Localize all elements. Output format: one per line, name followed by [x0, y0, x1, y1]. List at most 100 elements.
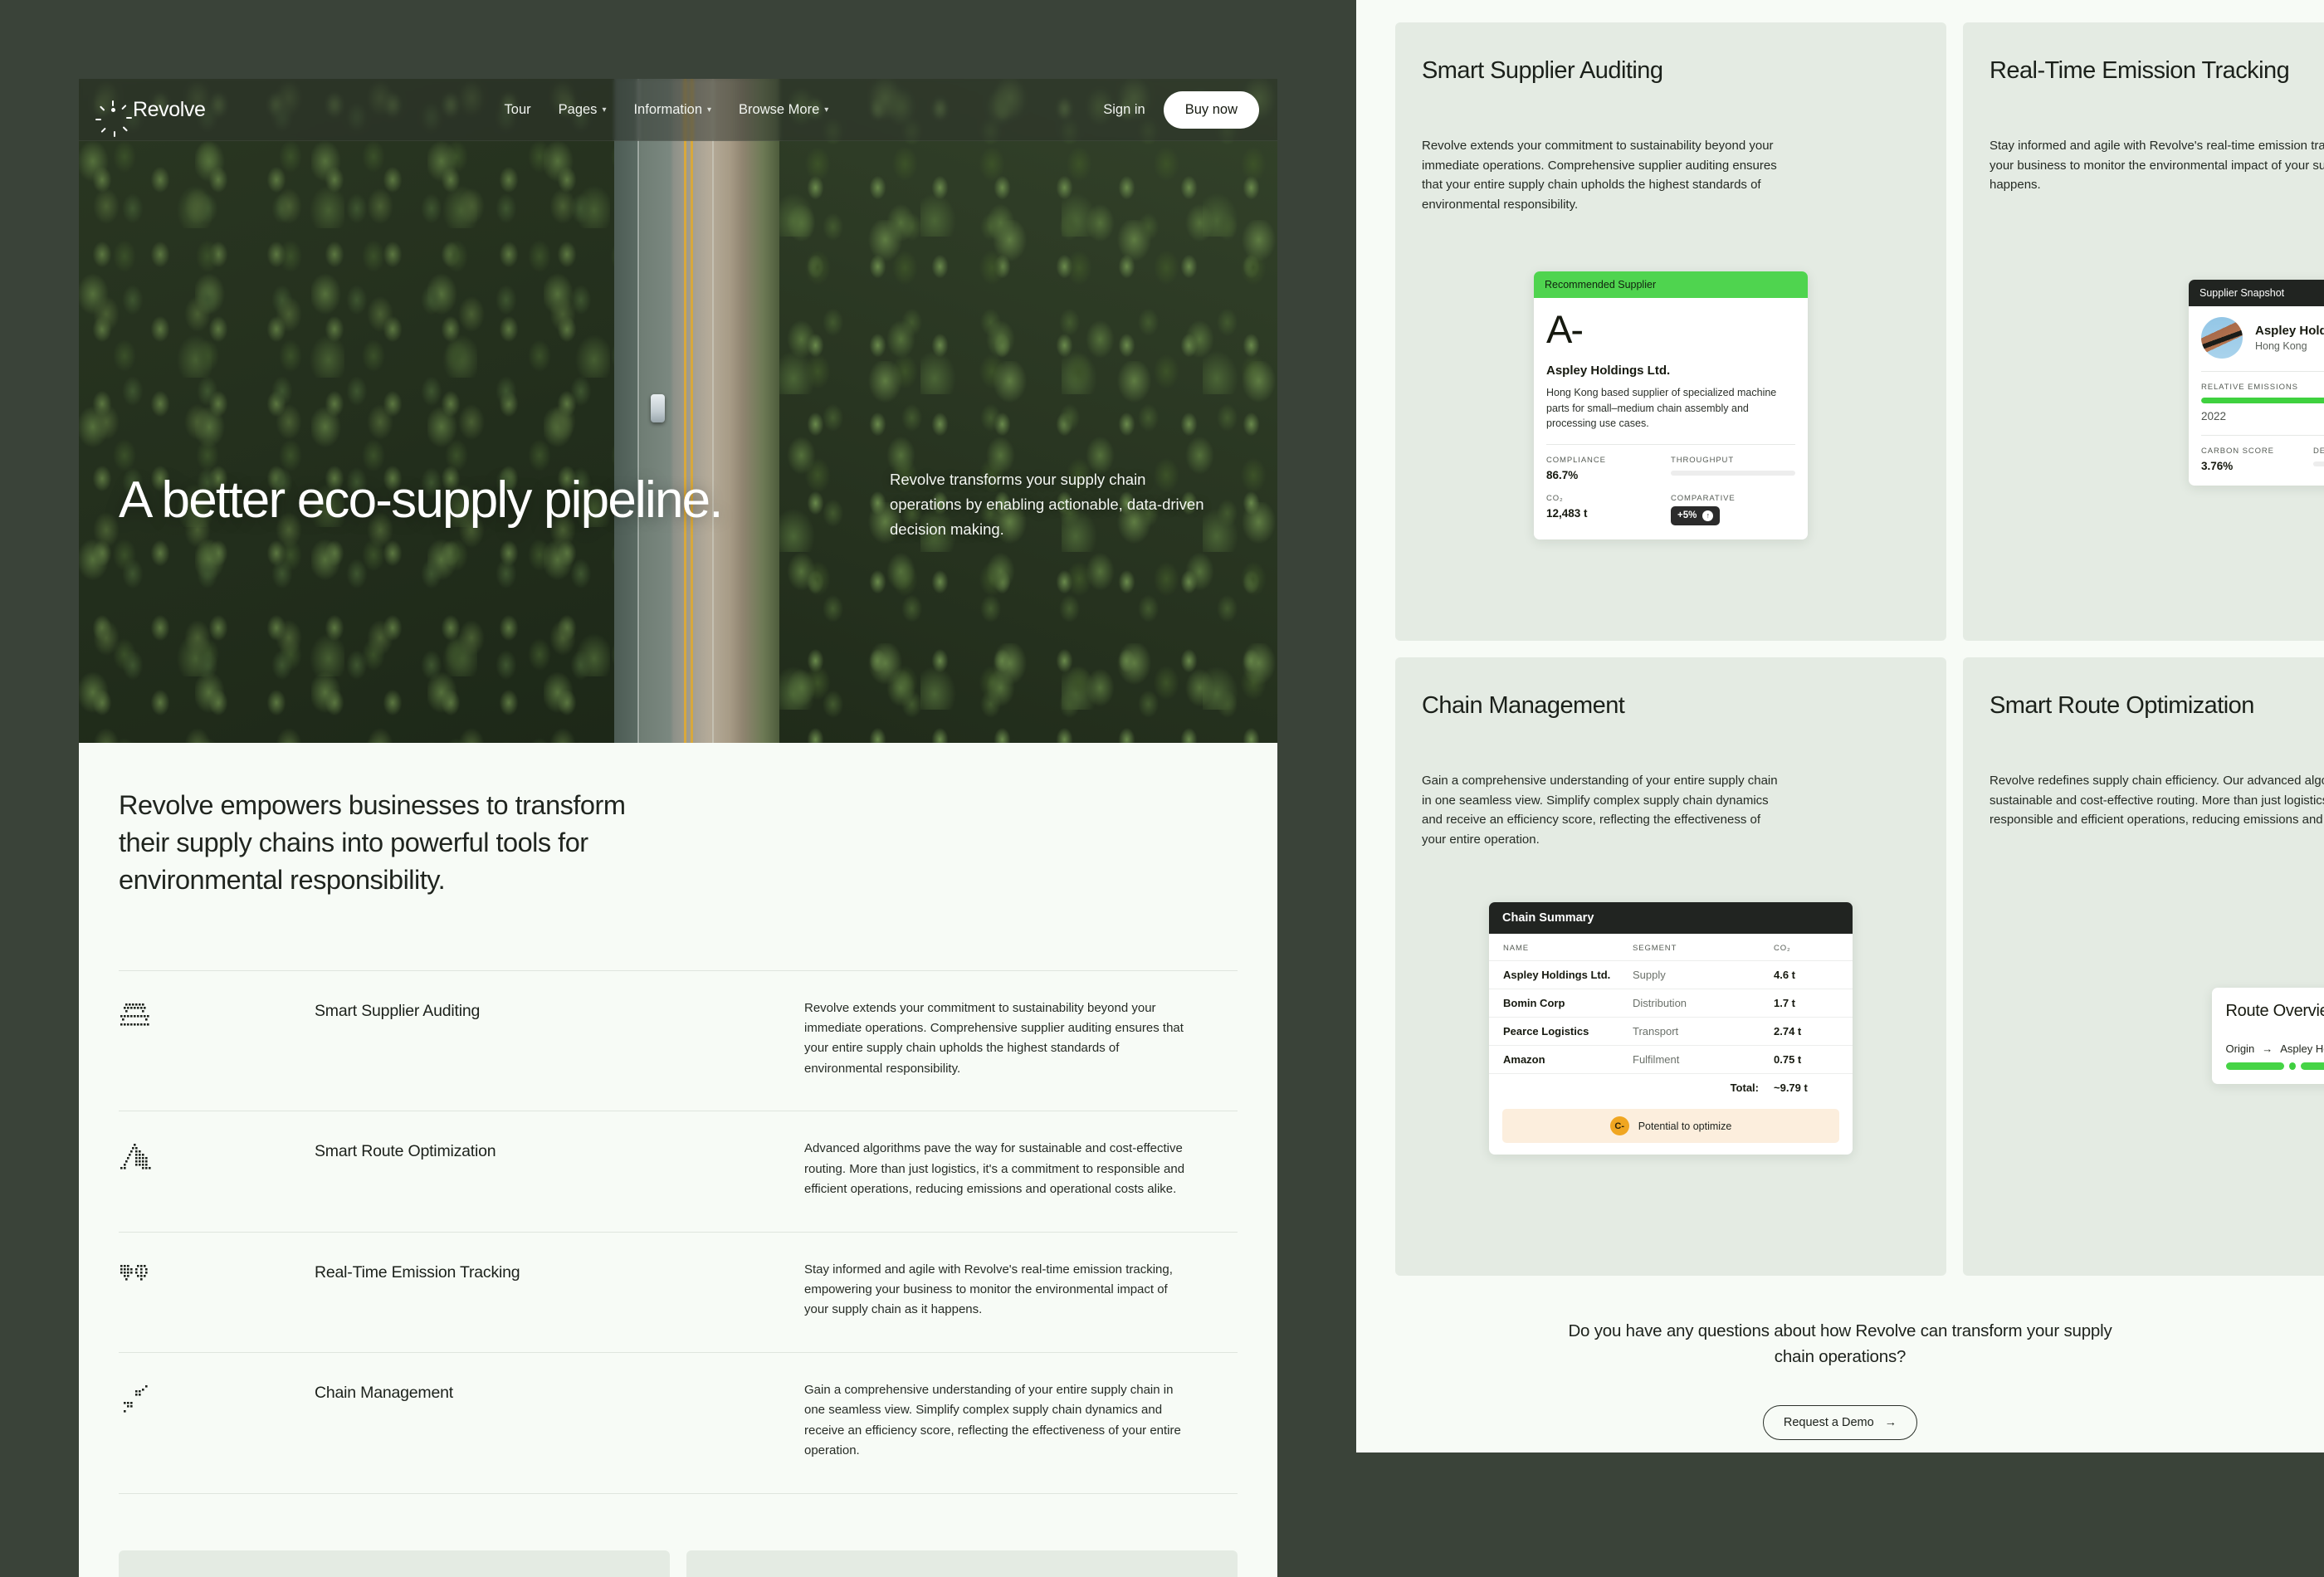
table-row[interactable]: Pearce Logistics Transport 2.74 t [1489, 1017, 1853, 1046]
route-origin-label: Origin [2225, 1042, 2255, 1055]
cell-segment: Fulfilment [1633, 1045, 1774, 1074]
nav-item-information-label: Information [633, 101, 703, 117]
arrow-right-icon: → [1884, 1415, 1897, 1429]
cell-segment: Supply [1633, 960, 1774, 989]
widget-wrap: Chain Summary NAME SEGMENT CO₂ Aspley Ho… [1395, 902, 1946, 1155]
dependencies-bar [2313, 461, 2324, 466]
feature-title: Real-Time Emission Tracking [315, 1262, 520, 1282]
stat-compliance: COMPLIANCE 86.7% [1546, 456, 1671, 481]
route-segment-bar [2225, 1062, 2285, 1070]
stat-carbon-score: CARBON SCORE 3.76% [2201, 447, 2313, 472]
forest-left [79, 79, 614, 743]
avatar [2201, 317, 2243, 359]
feature-title: Smart Supplier Auditing [315, 1001, 481, 1020]
table-row[interactable]: Amazon Fulfilment 0.75 t [1489, 1045, 1853, 1074]
car [651, 394, 665, 422]
hero-background-image [79, 79, 1277, 743]
nav-item-information[interactable]: Information ▾ [633, 102, 711, 118]
supplier-snapshot-widget: Supplier Snapshot Aspley Holdings Ltd. H… [2189, 280, 2324, 486]
relative-emissions-block: RELATIVE EMISSIONS 2022 [2201, 383, 2324, 422]
route-segment-bar [2301, 1062, 2324, 1070]
stat-label: COMPARATIVE [1671, 493, 1736, 503]
arrow-right-icon: → [2262, 1042, 2273, 1055]
card-real-time-emission-tracking[interactable]: Real-Time Emission Tracking Stay informe… [1963, 22, 2324, 641]
supplier-grade: A- [1546, 307, 1584, 351]
bottom-card-grid: Smart Supplier Auditing Revolve extends … [119, 1550, 1238, 1577]
feature-row[interactable]: Smart Supplier Auditing Revolve extends … [119, 969, 1238, 1111]
total-label: Total: [1633, 1073, 1774, 1101]
card-smart-supplier-auditing[interactable]: Smart Supplier Auditing Revolve extends … [1395, 22, 1946, 641]
cell-segment: Distribution [1633, 989, 1774, 1018]
optimize-banner[interactable]: C- Potential to optimize [1502, 1109, 1839, 1143]
column-header-co2: CO₂ [1774, 944, 1791, 953]
widget-body: A- Aspley Holdings Ltd. Hong Kong based … [1534, 298, 1808, 540]
table-row[interactable]: Aspley Holdings Ltd. Supply 4.6 t [1489, 960, 1853, 989]
sparkle-icon [95, 99, 132, 137]
cards-grid: Smart Supplier Auditing Revolve extends … [1356, 0, 2324, 1276]
divider [2201, 371, 2324, 372]
chevron-down-icon: ▾ [707, 105, 712, 115]
route-overview-widget: Route Overview Origin → Aspley Holdings … [2211, 988, 2324, 1084]
table-row[interactable]: Bomin Corp Distribution 1.7 t [1489, 989, 1853, 1018]
hero-section: Revolve Tour Pages ▾ Information ▾ Brows… [79, 79, 1277, 743]
supplier-name: Aspley Holdings Ltd. [2255, 324, 2324, 338]
feature-description: Revolve extends your commitment to susta… [804, 1000, 1184, 1076]
supplier-identity: Aspley Holdings Ltd. Hong Kong [2201, 317, 2324, 359]
bottom-card-emission-tracking[interactable]: Real-Time Emission Tracking Stay informe… [686, 1550, 1238, 1577]
feature-row[interactable]: Chain Management Gain a comprehensive un… [119, 1351, 1238, 1494]
card-smart-route-optimization[interactable]: Smart Route Optimization Revolve redefin… [1963, 657, 2324, 1276]
optimize-banner-text: Potential to optimize [1638, 1120, 1732, 1132]
feature-description: Stay informed and agile with Revolve's r… [804, 1262, 1173, 1317]
cards-detail-panel: Smart Supplier Auditing Revolve extends … [1356, 0, 2324, 1452]
sign-in-link[interactable]: Sign in [1103, 102, 1145, 118]
route-destination: Aspley Holdings Ltd. [2280, 1042, 2324, 1055]
cell-name: Pearce Logistics [1489, 1017, 1633, 1046]
feature-row[interactable]: Smart Route Optimization Advanced algori… [119, 1111, 1238, 1231]
nav-item-tour[interactable]: Tour [505, 102, 531, 118]
stat-value: 3.76% [2201, 460, 2234, 472]
hero-title: A better eco-supply pipeline. [119, 471, 724, 529]
divider [1546, 443, 1795, 445]
dot-matrix-route-icon [119, 1139, 157, 1175]
buy-now-button[interactable]: Buy now [1163, 90, 1259, 129]
navbar: Revolve Tour Pages ▾ Information ▾ Brows… [79, 79, 1277, 141]
column-header-name: NAME [1503, 944, 1530, 953]
feature-row[interactable]: Real-Time Emission Tracking Stay informe… [119, 1231, 1238, 1352]
stat-label: COMPLIANCE [1546, 455, 1606, 465]
card-description: Stay informed and agile with Revolve's r… [1990, 139, 2324, 193]
supplier-location: Hong Kong [2255, 340, 2307, 352]
cell-co2: 1.7 t [1774, 989, 1853, 1018]
cell-name: Aspley Holdings Ltd. [1489, 960, 1633, 989]
arrow-up-icon: ↑ [1702, 510, 1714, 521]
card-description: Revolve extends your commitment to susta… [1422, 139, 1777, 212]
throughput-bar [1671, 470, 1795, 476]
cta-section: Do you have any questions about how Revo… [1356, 1276, 2324, 1440]
widget-header: Chain Summary [1489, 902, 1853, 934]
comparative-pill: +5% ↑ [1671, 505, 1721, 525]
card-chain-management[interactable]: Chain Management Gain a comprehensive un… [1395, 657, 1946, 1276]
supplier-name: Aspley Holdings Ltd. [1546, 364, 1671, 378]
widget-body: Aspley Holdings Ltd. Hong Kong RELATIVE … [2189, 306, 2324, 486]
nav-item-browse-more[interactable]: Browse More ▾ [739, 102, 828, 118]
screenshot-root: Revolve Tour Pages ▾ Information ▾ Brows… [0, 0, 2324, 1577]
forest-right [779, 79, 1277, 743]
cell-segment: Transport [1633, 1017, 1774, 1046]
nav-item-pages-label: Pages [558, 101, 598, 117]
intro-paragraph: Revolve empowers businesses to transform… [119, 790, 626, 895]
bottom-card-supplier-auditing[interactable]: Smart Supplier Auditing Revolve extends … [119, 1550, 670, 1577]
feature-description: Gain a comprehensive understanding of yo… [804, 1382, 1181, 1458]
stat-label: THROUGHPUT [1671, 455, 1735, 465]
stat-throughput: THROUGHPUT [1671, 456, 1795, 481]
brand[interactable]: Revolve [95, 97, 206, 137]
supplier-blurb: Hong Kong based supplier of specialized … [1546, 387, 1777, 429]
stat-label: CO₂ [1546, 493, 1564, 503]
brand-name: Revolve [133, 97, 206, 121]
request-a-demo-button[interactable]: Request a Demo → [1762, 1404, 1918, 1440]
column-header-segment: SEGMENT [1633, 944, 1677, 953]
road-edge-left [637, 79, 639, 743]
nav-item-pages[interactable]: Pages ▾ [559, 102, 607, 118]
nav-right: Sign in Buy now [1103, 90, 1259, 129]
cell-co2: 0.75 t [1774, 1045, 1853, 1074]
chevron-down-icon: ▾ [824, 105, 829, 115]
widget-header: Supplier Snapshot [2189, 280, 2324, 306]
